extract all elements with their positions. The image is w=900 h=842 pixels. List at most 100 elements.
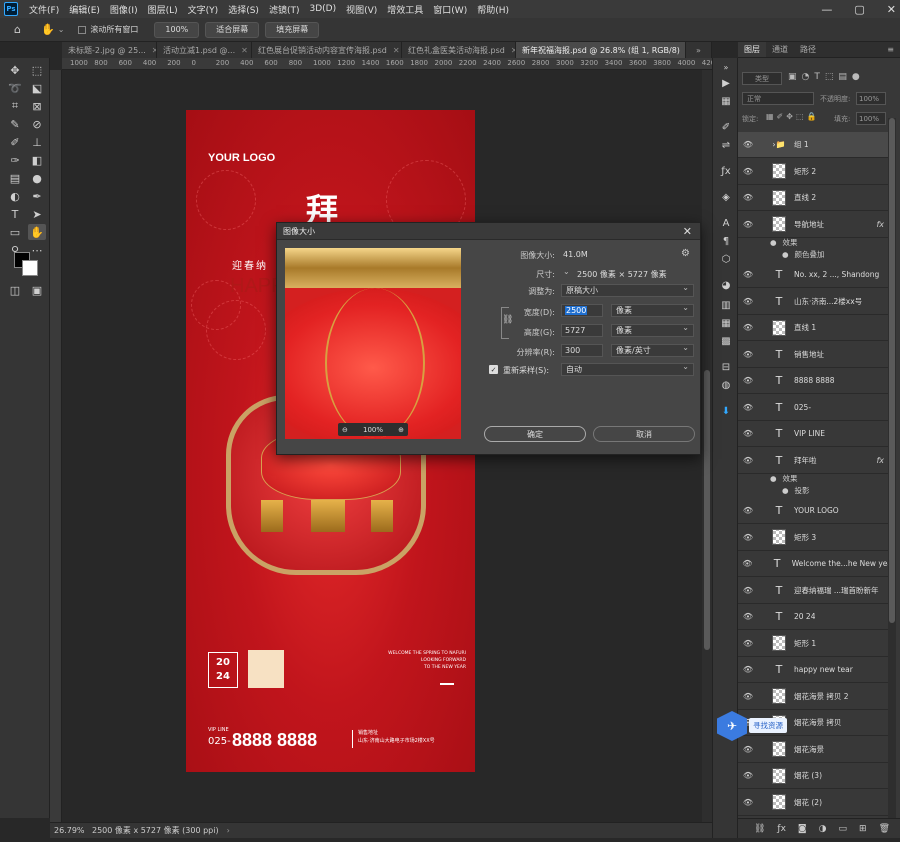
status-arrow-icon[interactable]: ›	[227, 826, 230, 835]
channels-icon[interactable]: ⊟	[718, 360, 734, 374]
menu-file[interactable]: 文件(F)	[24, 3, 64, 16]
hand-tool-icon[interactable]: ✋	[28, 224, 46, 240]
panel-menu-icon[interactable]: ≡	[881, 42, 900, 57]
layer-row[interactable]: 👁TYOUR LOGO	[738, 498, 888, 524]
effects-eye-icon[interactable]: ●	[770, 238, 777, 247]
visibility-eye-icon[interactable]: 👁	[738, 533, 758, 542]
minimize-button[interactable]: —	[821, 3, 832, 16]
layer-row[interactable]: 👁烟花 (2)	[738, 790, 888, 816]
layer-row[interactable]: 👁TVIP LINE	[738, 421, 888, 447]
more-tools-icon[interactable]: ⋯	[28, 242, 46, 258]
layer-row[interactable]: 👁T025-	[738, 395, 888, 421]
opacity-input[interactable]: 100%	[856, 92, 886, 105]
download-icon[interactable]: ⬇	[718, 404, 734, 418]
layer-effects-indicator[interactable]: fx	[876, 456, 884, 465]
layer-row[interactable]: 👁矩形 3	[738, 525, 888, 551]
settings-gear-icon[interactable]: ⚙	[681, 248, 690, 259]
visibility-eye-icon[interactable]: 👁	[738, 639, 758, 648]
layer-row[interactable]: 👁T8888 8888	[738, 368, 888, 394]
visibility-eye-icon[interactable]: 👁	[738, 771, 758, 780]
gradient-tool-icon[interactable]: ▤	[6, 170, 24, 186]
layer-row[interactable]: 👁T拜年啦fx	[738, 448, 888, 474]
layer-row[interactable]: 👁矩形 1	[738, 631, 888, 657]
menu-view[interactable]: 视图(V)	[341, 3, 382, 16]
menu-3d[interactable]: 3D(D)	[304, 4, 341, 14]
ok-button[interactable]: 确定	[484, 426, 586, 442]
close-window-button[interactable]: ✕	[887, 3, 896, 16]
visibility-eye-icon[interactable]: 👁	[738, 665, 758, 674]
layer-row[interactable]: 👁T20 24	[738, 604, 888, 630]
visibility-eye-icon[interactable]: 👁	[738, 745, 758, 754]
tab-untitled-2[interactable]: 未标题-2.jpg @ 25...✕	[62, 42, 157, 58]
resample-select[interactable]: 自动	[561, 363, 694, 376]
pen-tool-icon[interactable]: ✒	[28, 188, 46, 204]
close-icon[interactable]: ✕	[241, 46, 248, 55]
visibility-eye-icon[interactable]: 👁	[738, 692, 758, 701]
swatches-icon[interactable]: ▥	[718, 298, 734, 312]
brush-settings-icon[interactable]: ✐	[718, 120, 734, 134]
visibility-eye-icon[interactable]: 👁	[738, 798, 758, 807]
tab-paths[interactable]: 路径	[794, 42, 822, 57]
marquee-tool-icon[interactable]: ⬚	[28, 62, 46, 78]
tab-red-giftbox[interactable]: 红色礼盒医美活动海报.psd✕	[402, 42, 516, 58]
adjustment-layer-icon[interactable]: ◑	[819, 824, 827, 834]
layer-row[interactable]: 👁T山东·济南...2楼xx号	[738, 289, 888, 315]
effect-eye-icon[interactable]: ●	[782, 250, 789, 259]
tab-channels[interactable]: 通道	[766, 42, 794, 57]
width-unit-select[interactable]: 像素	[611, 304, 694, 317]
3d-icon[interactable]: ⬡	[718, 252, 734, 266]
maximize-button[interactable]: ▢	[854, 3, 864, 16]
resample-checkbox[interactable]: ✓	[489, 365, 498, 374]
history-brush-tool-icon[interactable]: ✑	[6, 152, 24, 168]
zoom-out-icon[interactable]: ⊖	[342, 426, 348, 434]
fx-icon[interactable]: ƒx	[777, 824, 786, 834]
effect-eye-icon[interactable]: ●	[782, 486, 789, 495]
zoom-100-button[interactable]: 100%	[154, 22, 199, 38]
visibility-eye-icon[interactable]: 👁	[738, 456, 758, 465]
layer-row[interactable]: 👁TWelcome the...he New year	[738, 551, 888, 577]
status-zoom[interactable]: 26.79%	[54, 826, 84, 835]
menu-edit[interactable]: 编辑(E)	[64, 3, 105, 16]
fit-screen-button[interactable]: 适合屏幕	[205, 22, 259, 38]
link-layers-icon[interactable]: ⛓	[754, 824, 765, 834]
visibility-eye-icon[interactable]: 👁	[738, 506, 758, 515]
character-icon[interactable]: A	[718, 216, 734, 230]
menu-type[interactable]: 文字(Y)	[183, 3, 224, 16]
crop-tool-icon[interactable]: ⌗	[6, 98, 24, 114]
visibility-eye-icon[interactable]: 👁	[738, 270, 758, 279]
screen-mode-icon[interactable]: ▣	[28, 282, 46, 298]
height-unit-select[interactable]: 像素	[611, 324, 694, 337]
quick-mask-icon[interactable]: ◫	[6, 282, 24, 298]
new-layer-icon[interactable]: ⊞	[859, 824, 867, 834]
resolution-input[interactable]: 300	[561, 344, 603, 357]
visibility-eye-icon[interactable]: 👁	[738, 220, 758, 229]
menu-window[interactable]: 窗口(W)	[428, 3, 472, 16]
visibility-eye-icon[interactable]: 👁	[738, 612, 758, 621]
dodge-tool-icon[interactable]: ◐	[6, 188, 24, 204]
width-input[interactable]: 2500	[561, 304, 603, 317]
scroll-all-checkbox[interactable]	[78, 26, 86, 34]
fit-to-select[interactable]: 原稿大小	[561, 284, 694, 297]
properties-icon[interactable]: ◈	[718, 190, 734, 204]
visibility-eye-icon[interactable]: 👁	[738, 297, 758, 306]
zoom-in-icon[interactable]: ⊕	[398, 426, 404, 434]
fx-icon[interactable]: ƒx	[718, 164, 734, 178]
tabs-overflow-button[interactable]: »	[686, 42, 712, 58]
patterns-icon[interactable]: ▩	[718, 334, 734, 348]
layer-row[interactable]: 👁直线 1	[738, 315, 888, 341]
background-color-swatch[interactable]	[22, 260, 38, 276]
find-resources-badge[interactable]: ✈ 寻找资源	[717, 711, 795, 741]
tab-activity[interactable]: 活动立减1.psd @...✕	[157, 42, 252, 58]
lock-icons[interactable]: ▦✐✥⬚🔒	[766, 112, 819, 121]
layer-row[interactable]: 👁烟花海景 拷贝 2	[738, 684, 888, 710]
delete-layer-icon[interactable]: 🗑	[879, 824, 890, 834]
layer-effects-indicator[interactable]: fx	[876, 220, 884, 229]
layers-scrollbar[interactable]	[888, 118, 896, 818]
scroll-thumb[interactable]	[704, 370, 710, 650]
object-select-tool-icon[interactable]: ⬕	[28, 80, 46, 96]
color-icon[interactable]: ◕	[718, 278, 734, 292]
layer-row[interactable]: 👁T销售地址	[738, 342, 888, 368]
layer-row[interactable]: 👁T迎春纳福瑞 ...瑞首盼新年	[738, 578, 888, 604]
eraser-tool-icon[interactable]: ◧	[28, 152, 46, 168]
scroll-thumb[interactable]	[889, 118, 895, 623]
